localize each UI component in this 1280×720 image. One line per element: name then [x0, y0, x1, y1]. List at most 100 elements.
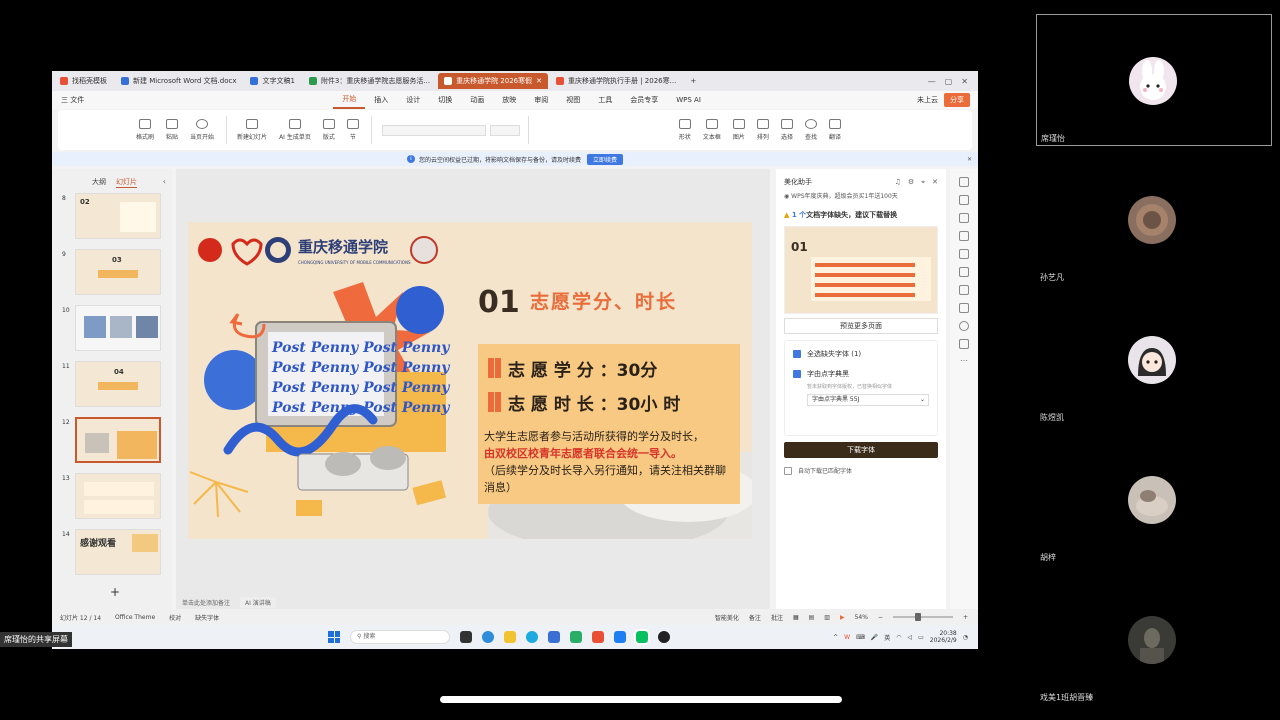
font-checkbox[interactable]: 字由点字典黑: [793, 369, 929, 379]
menu-view[interactable]: 视图: [557, 95, 589, 105]
shirt-icon[interactable]: [959, 249, 969, 259]
slide-thumb-11[interactable]: 11 04: [62, 361, 162, 409]
banner-close-icon[interactable]: ✕: [967, 156, 972, 163]
menu-wps-ai[interactable]: WPS AI: [667, 96, 710, 104]
shape-button[interactable]: 形状: [678, 119, 691, 141]
notes-toggle-button[interactable]: 备注: [749, 613, 761, 622]
download-font-button[interactable]: 下载字体: [784, 442, 938, 458]
menu-design[interactable]: 设计: [397, 95, 429, 105]
paste-button[interactable]: 粘贴: [166, 119, 178, 141]
explorer-icon[interactable]: [504, 631, 516, 643]
share-button[interactable]: 分享: [944, 93, 970, 107]
menu-review[interactable]: 审阅: [525, 95, 557, 105]
menu-member[interactable]: 会员专享: [621, 95, 667, 105]
tab-attachment[interactable]: 附件3：重庆移通学院志愿服务活...: [303, 73, 436, 89]
font-size-select[interactable]: [489, 124, 520, 136]
comment-icon[interactable]: [959, 339, 969, 349]
picture-button[interactable]: 图片: [732, 119, 745, 141]
edge-icon[interactable]: [482, 631, 494, 643]
tab-manual[interactable]: 重庆移通学院执行手册 | 2026寒...: [550, 73, 682, 89]
promo-text[interactable]: ◉ WPS年度庆典，超级会员买1年送100天: [776, 187, 946, 204]
wifi-icon[interactable]: ◠: [896, 634, 901, 641]
font-family-select[interactable]: [381, 124, 486, 136]
wps-icon[interactable]: [592, 631, 604, 643]
play-from-current-button[interactable]: 当页开始: [190, 119, 214, 141]
zoom-out-icon[interactable]: −: [878, 614, 883, 621]
taskbar-search[interactable]: ⚲ 搜索: [350, 630, 450, 644]
tab-word-doc[interactable]: 新建 Microsoft Word 文档.docx: [115, 73, 242, 89]
keyboard-icon[interactable]: ⌨: [856, 634, 865, 641]
slide-thumb-10[interactable]: 10: [62, 305, 162, 353]
reading-view-icon[interactable]: ▥: [824, 614, 830, 621]
browser-icon[interactable]: [526, 631, 538, 643]
select-button[interactable]: 选择: [780, 119, 793, 141]
zoom-in-icon[interactable]: +: [963, 614, 968, 621]
close-window-icon[interactable]: ✕: [961, 77, 968, 86]
wechat-icon[interactable]: [570, 631, 582, 643]
tab-outline[interactable]: 大纲: [92, 177, 106, 188]
slide-thumb-9[interactable]: 9 03: [62, 249, 162, 297]
participant-tile[interactable]: 陈煜凯: [1036, 294, 1272, 426]
image-icon[interactable]: [959, 285, 969, 295]
new-slide-button[interactable]: 新建幻灯片: [237, 119, 267, 141]
task-view-icon[interactable]: [460, 631, 472, 643]
menu-tools[interactable]: 工具: [589, 95, 621, 105]
wechat-active-icon[interactable]: [634, 629, 650, 645]
store-icon[interactable]: [548, 631, 560, 643]
section-button[interactable]: 节: [346, 119, 359, 141]
zoom-slider[interactable]: [892, 613, 953, 621]
slide-editing-canvas[interactable]: Post Penny Post Penny Post Penny Post Pe…: [176, 169, 770, 609]
minimize-icon[interactable]: —: [928, 77, 936, 86]
clock[interactable]: 20:38 2026/2/9: [930, 630, 957, 644]
slide-preview[interactable]: 01: [784, 226, 938, 314]
new-tab-button[interactable]: +: [684, 73, 702, 89]
more-icon[interactable]: ⋯: [959, 357, 969, 367]
pin-icon[interactable]: ⌖: [921, 178, 925, 187]
copy-icon[interactable]: [959, 213, 969, 223]
translate-button[interactable]: 翻译: [828, 119, 841, 141]
select-all-checkbox[interactable]: 全选缺失字体 (1): [793, 349, 929, 359]
notification-icon[interactable]: ◔: [963, 634, 968, 641]
cloud-status[interactable]: 未上云: [917, 95, 938, 105]
notes-placeholder[interactable]: 单击此处添加备注: [182, 598, 230, 607]
normal-view-icon[interactable]: ▦: [793, 614, 799, 621]
magic-icon[interactable]: [959, 231, 969, 241]
wps-tray-icon[interactable]: W: [844, 634, 850, 641]
menu-insert[interactable]: 插入: [365, 95, 397, 105]
comment-toggle-button[interactable]: 批注: [771, 613, 783, 622]
slide-thumb-12[interactable]: 12: [62, 417, 162, 465]
sorter-view-icon[interactable]: ▤: [809, 614, 815, 621]
ai-single-page-button[interactable]: AI 生成单页: [279, 119, 311, 141]
slide-thumb-14[interactable]: 14 感谢观看: [62, 529, 162, 577]
missing-font-status[interactable]: 缺失字体: [195, 613, 219, 622]
qq-icon[interactable]: [658, 631, 670, 643]
file-menu[interactable]: 三 文件: [52, 95, 93, 105]
sort-icon[interactable]: [959, 177, 969, 187]
tab-text-doc[interactable]: 文字文稿1: [244, 73, 300, 89]
menu-home[interactable]: 开始: [333, 91, 366, 109]
star-icon[interactable]: [959, 195, 969, 205]
close-icon[interactable]: ✕: [536, 77, 542, 85]
tab-presentation[interactable]: 重庆移通学院 2026寒假 ✕: [438, 73, 548, 89]
meeting-icon[interactable]: [614, 631, 626, 643]
chevron-up-icon[interactable]: ^: [833, 634, 838, 641]
theme-name[interactable]: Office Theme: [115, 614, 155, 621]
menu-transition[interactable]: 切换: [429, 95, 461, 105]
mic-icon[interactable]: 🎤: [871, 634, 878, 641]
participant-tile[interactable]: 胡梓: [1036, 434, 1272, 566]
find-button[interactable]: 查找: [804, 119, 817, 141]
renew-button[interactable]: 立即续费: [587, 153, 624, 165]
current-slide[interactable]: Post Penny Post Penny Post Penny Post Pe…: [188, 222, 752, 539]
volume-icon[interactable]: ◁: [908, 634, 913, 641]
participant-tile[interactable]: 孙艺凡: [1036, 154, 1272, 286]
format-painter-button[interactable]: 格式刷: [136, 119, 154, 141]
menu-slideshow[interactable]: 放映: [493, 95, 525, 105]
help-icon[interactable]: [959, 321, 969, 331]
home-indicator[interactable]: [440, 696, 842, 703]
ai-speech-button[interactable]: AI 演讲稿: [240, 596, 276, 608]
frame-icon[interactable]: [959, 303, 969, 313]
headset-icon[interactable]: ♫: [895, 178, 901, 187]
participant-tile[interactable]: 席瑾怡: [1036, 14, 1272, 146]
ime-indicator[interactable]: 英: [884, 633, 890, 642]
smart-beautify-button[interactable]: 智能美化: [715, 613, 739, 622]
